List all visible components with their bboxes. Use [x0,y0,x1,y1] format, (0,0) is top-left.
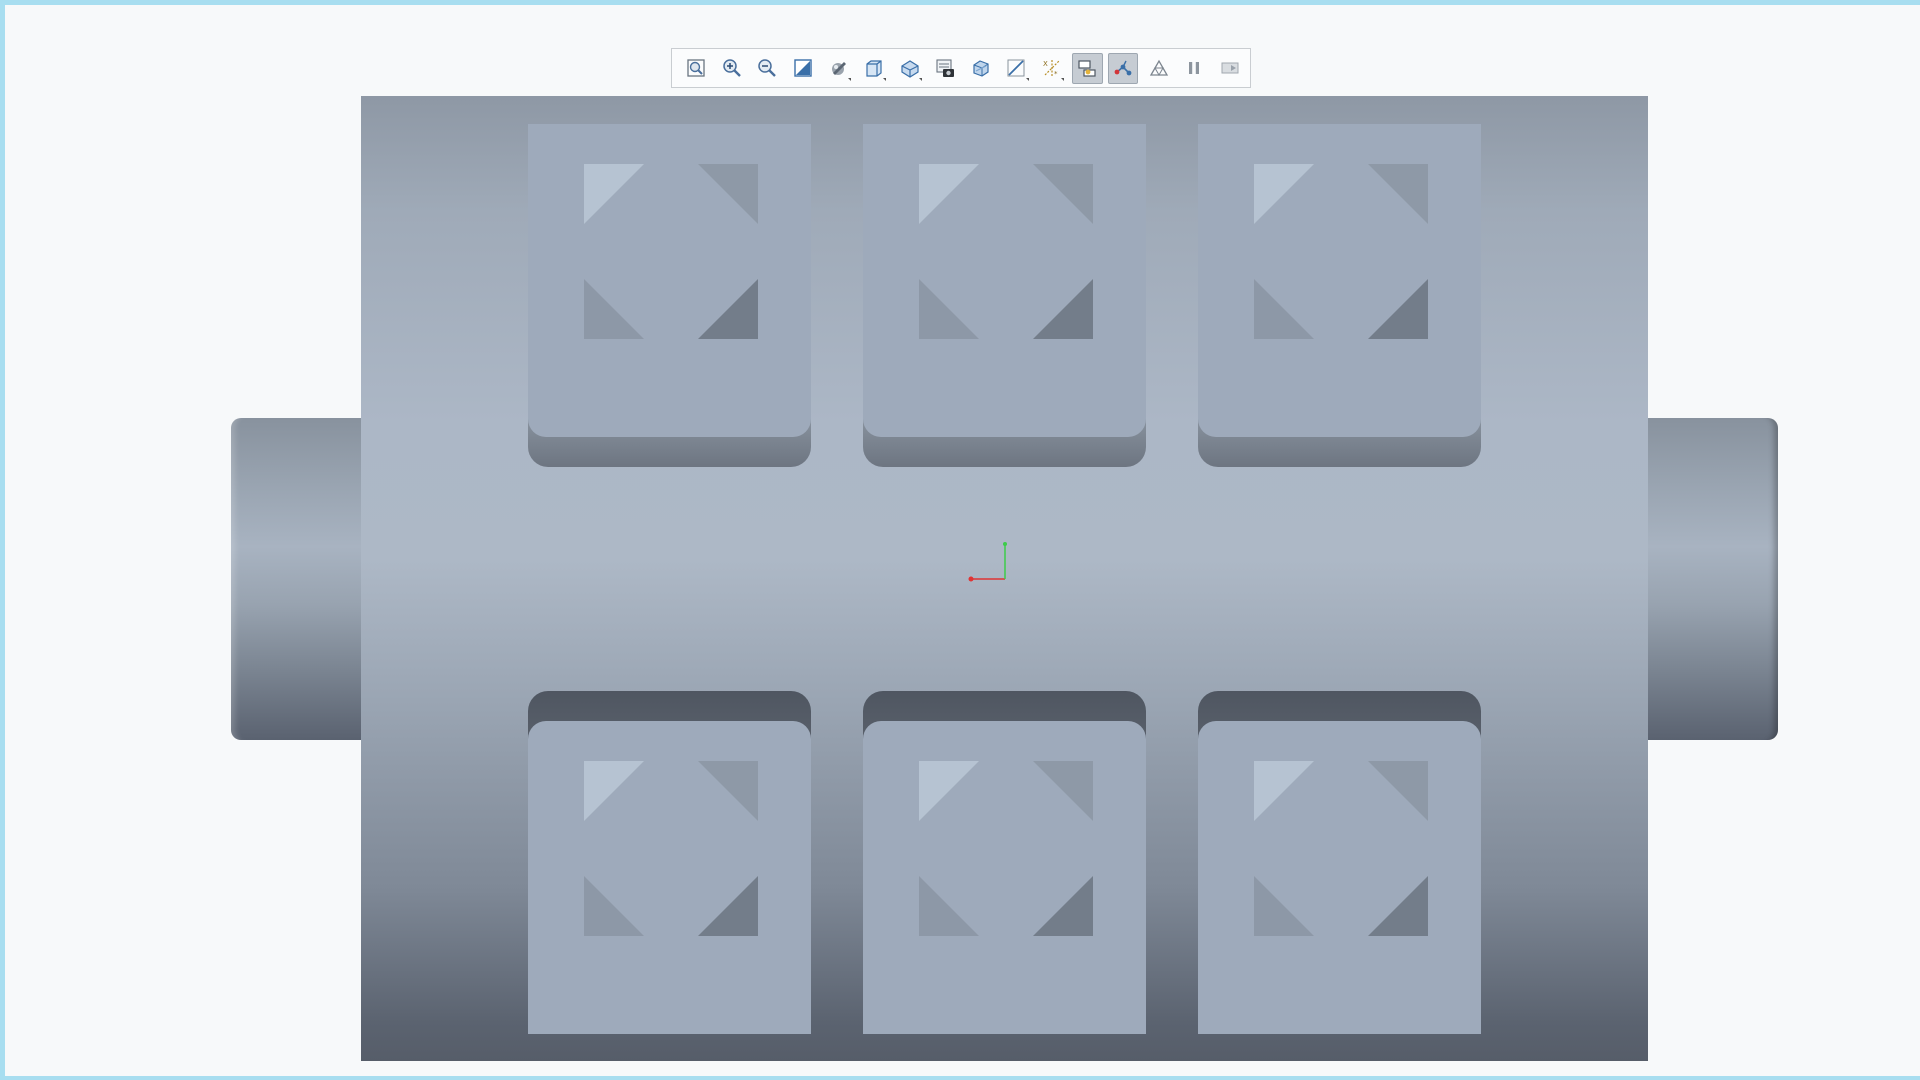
saved-orientations-button[interactable] [859,53,890,84]
corner-notch [1254,164,1314,224]
svg-text:*: * [1054,70,1058,78]
regenerate-icon [1221,62,1239,74]
dropdown-caret-icon [847,77,851,81]
zoom-out-button[interactable] [752,53,783,84]
pause-button[interactable] [1179,53,1210,84]
view-toolbar: X * [671,48,1251,88]
corner-notch [1368,876,1428,936]
saved-views-camera-icon [936,59,955,77]
corner-notch [584,279,644,339]
pocket-top-2[interactable] [863,124,1146,467]
sketch-view-button[interactable] [1001,53,1032,84]
corner-notch [919,761,979,821]
pocket-bot-3[interactable] [1198,691,1481,1034]
pause-icon [1189,62,1200,74]
view-manager-icon [901,60,919,78]
corner-notch [1254,761,1314,821]
spin-center-icon [1114,60,1132,76]
corner-notch [584,761,644,821]
pocket-face [1198,124,1481,437]
corner-notch [1368,761,1428,821]
svg-text:X: X [1043,60,1048,68]
saved-views-camera-button[interactable] [930,53,961,84]
corner-notch [1033,164,1093,224]
corner-notch [1254,876,1314,936]
view-manager-button[interactable] [894,53,925,84]
dropdown-caret-icon [1061,77,1065,81]
coordinate-triad-icon [968,542,1007,582]
section-view-button[interactable] [966,53,997,84]
corner-notch [919,279,979,339]
display-style-icon [831,62,846,75]
corner-notch [1033,876,1093,936]
zoom-in-button[interactable] [717,53,748,84]
left-shaft[interactable] [231,418,361,740]
section-view-icon [973,60,989,77]
pocket-bot-1[interactable] [528,691,811,1034]
corner-notch [1254,279,1314,339]
corner-notch [698,761,758,821]
corner-notch [919,876,979,936]
zoom-out-icon [758,59,777,77]
graphics-viewport[interactable] [0,0,1920,1080]
mesh-display-icon [1149,59,1168,77]
annotation-display-button[interactable] [1072,52,1103,84]
pocket-face [528,721,811,1034]
pocket-face [863,721,1146,1034]
dropdown-caret-icon [918,77,922,81]
datum-display-button[interactable]: X * [1037,53,1068,84]
display-style-button[interactable] [823,53,854,84]
repaint-icon [794,59,812,77]
regenerate-button[interactable] [1214,53,1245,84]
part-model[interactable] [0,0,1920,1080]
datum-display-icon: X* [1043,60,1060,78]
repaint-button[interactable] [788,53,819,84]
annotation-display-icon [1078,60,1097,77]
pocket-bot-2[interactable] [863,691,1146,1034]
corner-notch [698,279,758,339]
right-shaft[interactable] [1648,418,1778,740]
mesh-display-button[interactable] [1143,53,1174,84]
pocket-top-3[interactable] [1198,124,1481,467]
corner-notch [1033,761,1093,821]
sketch-view-icon [1007,59,1025,77]
saved-orientations-icon [866,60,882,77]
pocket-face [528,124,811,437]
refit-button[interactable] [681,53,712,84]
dropdown-caret-icon [1025,77,1029,81]
corner-notch [698,876,758,936]
zoom-in-icon [723,59,741,77]
refit-icon [687,59,705,77]
corner-notch [698,164,758,224]
corner-notch [584,164,644,224]
spin-center-button[interactable] [1107,52,1139,84]
pocket-top-1[interactable] [528,124,811,467]
pocket-face [863,124,1146,437]
corner-notch [584,876,644,936]
corner-notch [1368,279,1428,339]
corner-notch [1033,279,1093,339]
corner-notch [919,164,979,224]
corner-notch [1368,164,1428,224]
pocket-face [1198,721,1481,1034]
dropdown-caret-icon [883,77,887,81]
